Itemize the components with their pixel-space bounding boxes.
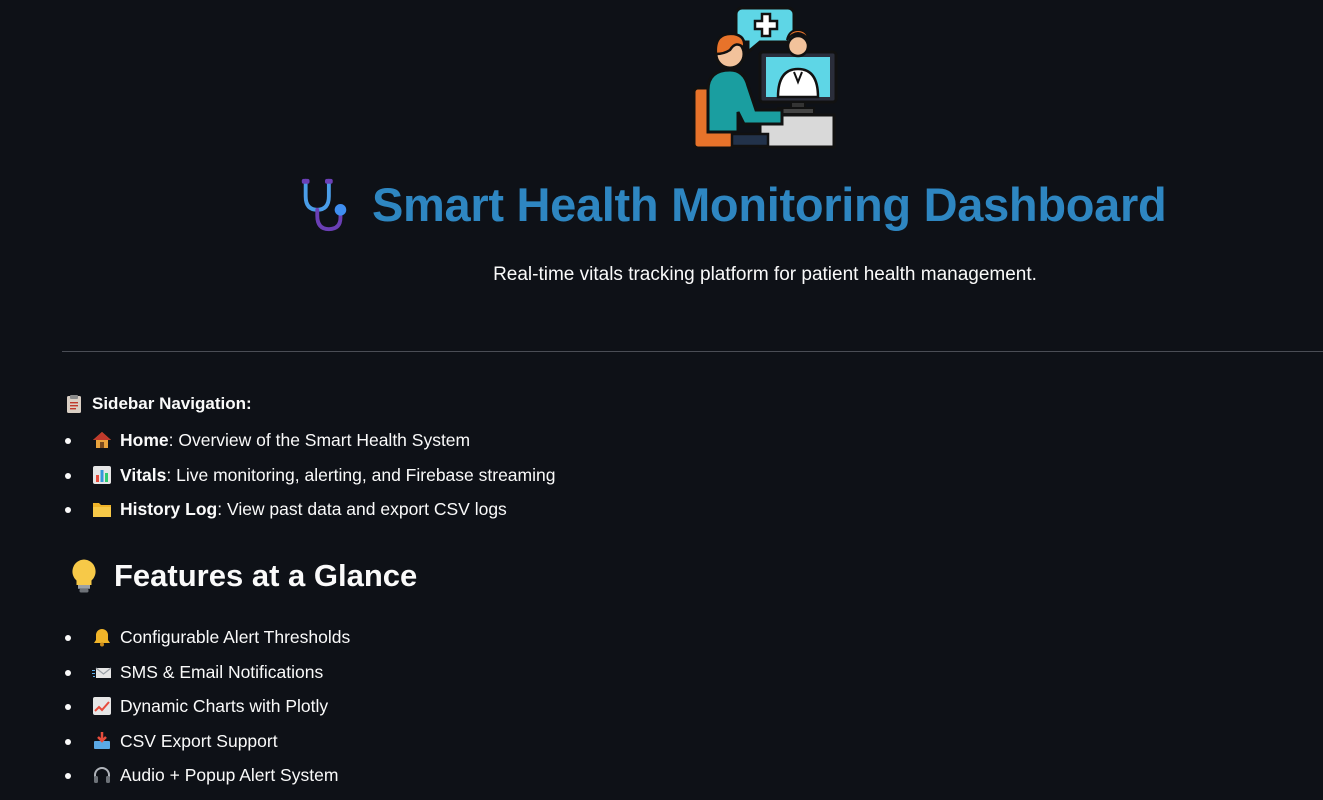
- nav-label-home: Home: [120, 430, 169, 450]
- feature-label: CSV Export Support: [120, 730, 278, 751]
- nav-label-vitals: Vitals: [120, 464, 167, 485]
- list-item: SMS & Email Notifications: [62, 659, 350, 694]
- clipboard-icon: [67, 395, 81, 413]
- page-title: Smart Health Monitoring Dashboard: [296, 172, 1167, 236]
- title-text: Smart Health Monitoring Dashboard: [372, 177, 1167, 231]
- navigation-heading: Sidebar Navigation:: [64, 394, 252, 414]
- nav-desc-history: : View past data and export CSV logs: [217, 499, 507, 519]
- bell-icon: [94, 629, 110, 647]
- house-icon: [93, 432, 111, 448]
- stethoscope-icon: [301, 178, 347, 232]
- inbox-tray-icon: [94, 731, 110, 749]
- features-list: Configurable Alert Thresholds SMS & Emai…: [62, 624, 350, 797]
- feature-label: SMS & Email Notifications: [120, 661, 324, 682]
- list-item: History Log: View past data and export C…: [62, 496, 555, 531]
- trending-chart-icon: [93, 697, 111, 715]
- list-item: Audio + Popup Alert System: [62, 762, 350, 797]
- list-item: Vitals: Live monitoring, alerting, and F…: [62, 462, 555, 497]
- subtitle: Real-time vitals tracking platform for p…: [493, 264, 1037, 285]
- headphones-icon: [94, 767, 110, 783]
- features-heading-text: Features at a Glance: [114, 558, 418, 593]
- feature-label: Audio + Popup Alert System: [120, 765, 339, 785]
- telemedicine-illustration: [692, 6, 838, 150]
- feature-label: Dynamic Charts with Plotly: [120, 696, 329, 716]
- list-item: Home: Overview of the Smart Health Syste…: [62, 427, 555, 462]
- nav-desc-vitals: : Live monitoring, alerting, and Firebas…: [166, 464, 556, 485]
- list-item: Configurable Alert Thresholds: [62, 624, 350, 659]
- feature-label: Configurable Alert Thresholds: [120, 627, 351, 647]
- list-item: Dynamic Charts with Plotly: [62, 693, 350, 728]
- nav-label-history: History Log: [120, 499, 218, 519]
- list-item: CSV Export Support: [62, 728, 350, 763]
- folder-icon: [93, 503, 111, 517]
- bar-chart-icon: [93, 465, 111, 484]
- features-heading: Features at a Glance: [68, 558, 417, 594]
- navigation-heading-text: Sidebar Navigation:: [92, 394, 252, 413]
- lightbulb-icon: [72, 559, 96, 593]
- navigation-list: Home: Overview of the Smart Health Syste…: [62, 427, 555, 531]
- nav-desc-home: : Overview of the Smart Health System: [168, 430, 471, 450]
- envelope-icon: [92, 667, 112, 678]
- divider: [62, 351, 1323, 352]
